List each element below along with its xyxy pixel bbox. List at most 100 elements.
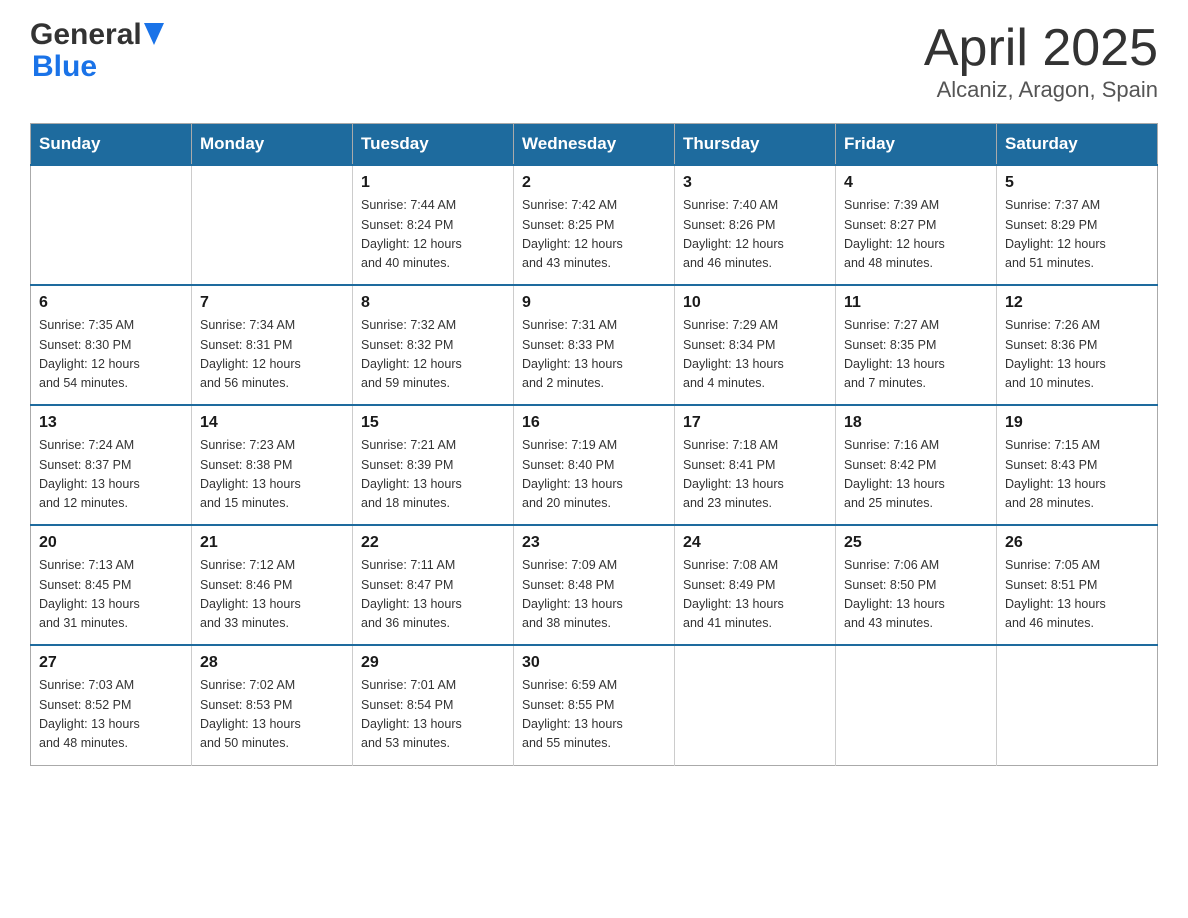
- logo-general: General: [30, 20, 142, 50]
- calendar-cell: 1Sunrise: 7:44 AMSunset: 8:24 PMDaylight…: [353, 165, 514, 285]
- calendar-table: SundayMondayTuesdayWednesdayThursdayFrid…: [30, 123, 1158, 766]
- calendar-title: April 2025: [924, 20, 1158, 77]
- day-number: 2: [522, 174, 666, 192]
- day-number: 8: [361, 294, 505, 312]
- day-number: 13: [39, 414, 183, 432]
- page-header: General Blue April 2025 Alcaniz, Aragon,…: [30, 20, 1158, 103]
- day-info: Sunrise: 7:35 AMSunset: 8:30 PMDaylight:…: [39, 316, 183, 394]
- calendar-cell: 7 Sunrise: 7:34 AMSunset: 8:31 PMDaylight…: [192, 285, 353, 405]
- day-number: 22: [361, 534, 505, 552]
- calendar-cell: 3 Sunrise: 7:40 AMSunset: 8:26 PMDaylight…: [675, 165, 836, 285]
- header-row: SundayMondayTuesdayWednesdayThursdayFrid…: [31, 124, 1158, 166]
- day-number: 5: [1005, 174, 1149, 192]
- logo-blue: Blue: [32, 50, 97, 83]
- logo-arrow-icon: [144, 23, 164, 45]
- day-number: 28: [200, 654, 344, 672]
- day-info: Sunrise: 7:18 AMSunset: 8:41 PMDaylight:…: [683, 436, 827, 514]
- day-info: Sunrise: 7:11 AMSunset: 8:47 PMDaylight:…: [361, 556, 505, 634]
- column-header-tuesday: Tuesday: [353, 124, 514, 166]
- calendar-cell: 25 Sunrise: 7:06 AMSunset: 8:50 PMDayligh…: [836, 525, 997, 645]
- day-info: Sunrise: 7:40 AMSunset: 8:26 PMDaylight:…: [683, 196, 827, 274]
- calendar-cell: 17Sunrise: 7:18 AMSunset: 8:41 PMDayligh…: [675, 405, 836, 525]
- calendar-cell: 15 Sunrise: 7:21 AMSunset: 8:39 PMDayligh…: [353, 405, 514, 525]
- day-info: Sunrise: 7:19 AMSunset: 8:40 PMDaylight:…: [522, 436, 666, 514]
- day-number: 20: [39, 534, 183, 552]
- calendar-cell: 19 Sunrise: 7:15 AMSunset: 8:43 PMDayligh…: [997, 405, 1158, 525]
- day-number: 14: [200, 414, 344, 432]
- calendar-cell: 28 Sunrise: 7:02 AMSunset: 8:53 PMDayligh…: [192, 645, 353, 765]
- week-row-5: 27 Sunrise: 7:03 AMSunset: 8:52 PMDayligh…: [31, 645, 1158, 765]
- day-info: Sunrise: 7:27 AMSunset: 8:35 PMDaylight:…: [844, 316, 988, 394]
- day-info: Sunrise: 7:03 AMSunset: 8:52 PMDaylight:…: [39, 676, 183, 754]
- day-info: Sunrise: 7:08 AMSunset: 8:49 PMDaylight:…: [683, 556, 827, 634]
- column-header-sunday: Sunday: [31, 124, 192, 166]
- day-number: 19: [1005, 414, 1149, 432]
- week-row-3: 13 Sunrise: 7:24 AMSunset: 8:37 PMDayligh…: [31, 405, 1158, 525]
- day-info: Sunrise: 7:34 AMSunset: 8:31 PMDaylight:…: [200, 316, 344, 394]
- week-row-2: 6Sunrise: 7:35 AMSunset: 8:30 PMDaylight…: [31, 285, 1158, 405]
- calendar-cell: 26 Sunrise: 7:05 AMSunset: 8:51 PMDayligh…: [997, 525, 1158, 645]
- calendar-cell: [192, 165, 353, 285]
- calendar-cell: [836, 645, 997, 765]
- calendar-cell: 27 Sunrise: 7:03 AMSunset: 8:52 PMDayligh…: [31, 645, 192, 765]
- day-info: Sunrise: 7:09 AMSunset: 8:48 PMDaylight:…: [522, 556, 666, 634]
- day-number: 10: [683, 294, 827, 312]
- calendar-cell: 20 Sunrise: 7:13 AMSunset: 8:45 PMDayligh…: [31, 525, 192, 645]
- calendar-cell: 12Sunrise: 7:26 AMSunset: 8:36 PMDayligh…: [997, 285, 1158, 405]
- day-info: Sunrise: 7:39 AMSunset: 8:27 PMDaylight:…: [844, 196, 988, 274]
- day-info: Sunrise: 7:13 AMSunset: 8:45 PMDaylight:…: [39, 556, 183, 634]
- day-info: Sunrise: 7:24 AMSunset: 8:37 PMDaylight:…: [39, 436, 183, 514]
- calendar-cell: 30Sunrise: 6:59 AMSunset: 8:55 PMDayligh…: [514, 645, 675, 765]
- logo: General Blue: [30, 20, 164, 84]
- day-number: 9: [522, 294, 666, 312]
- calendar-cell: [997, 645, 1158, 765]
- day-number: 23: [522, 534, 666, 552]
- day-number: 21: [200, 534, 344, 552]
- calendar-cell: 23 Sunrise: 7:09 AMSunset: 8:48 PMDayligh…: [514, 525, 675, 645]
- day-number: 18: [844, 414, 988, 432]
- day-number: 25: [844, 534, 988, 552]
- day-info: Sunrise: 7:02 AMSunset: 8:53 PMDaylight:…: [200, 676, 344, 754]
- calendar-cell: 22 Sunrise: 7:11 AMSunset: 8:47 PMDayligh…: [353, 525, 514, 645]
- day-info: Sunrise: 7:21 AMSunset: 8:39 PMDaylight:…: [361, 436, 505, 514]
- calendar-cell: 29 Sunrise: 7:01 AMSunset: 8:54 PMDayligh…: [353, 645, 514, 765]
- day-info: Sunrise: 7:23 AMSunset: 8:38 PMDaylight:…: [200, 436, 344, 514]
- calendar-cell: 13 Sunrise: 7:24 AMSunset: 8:37 PMDayligh…: [31, 405, 192, 525]
- column-header-thursday: Thursday: [675, 124, 836, 166]
- day-number: 4: [844, 174, 988, 192]
- column-header-monday: Monday: [192, 124, 353, 166]
- day-info: Sunrise: 7:32 AMSunset: 8:32 PMDaylight:…: [361, 316, 505, 394]
- day-number: 16: [522, 414, 666, 432]
- day-number: 7: [200, 294, 344, 312]
- day-number: 27: [39, 654, 183, 672]
- calendar-cell: 14 Sunrise: 7:23 AMSunset: 8:38 PMDayligh…: [192, 405, 353, 525]
- day-info: Sunrise: 7:37 AMSunset: 8:29 PMDaylight:…: [1005, 196, 1149, 274]
- day-number: 30: [522, 654, 666, 672]
- day-number: 29: [361, 654, 505, 672]
- day-info: Sunrise: 7:16 AMSunset: 8:42 PMDaylight:…: [844, 436, 988, 514]
- day-number: 11: [844, 294, 988, 312]
- column-header-friday: Friday: [836, 124, 997, 166]
- title-section: April 2025 Alcaniz, Aragon, Spain: [924, 20, 1158, 103]
- day-info: Sunrise: 7:29 AMSunset: 8:34 PMDaylight:…: [683, 316, 827, 394]
- day-number: 24: [683, 534, 827, 552]
- calendar-cell: 2Sunrise: 7:42 AMSunset: 8:25 PMDaylight…: [514, 165, 675, 285]
- day-number: 3: [683, 174, 827, 192]
- day-info: Sunrise: 7:01 AMSunset: 8:54 PMDaylight:…: [361, 676, 505, 754]
- calendar-subtitle: Alcaniz, Aragon, Spain: [924, 77, 1158, 103]
- calendar-cell: 21Sunrise: 7:12 AMSunset: 8:46 PMDayligh…: [192, 525, 353, 645]
- calendar-cell: 10 Sunrise: 7:29 AMSunset: 8:34 PMDayligh…: [675, 285, 836, 405]
- week-row-4: 20 Sunrise: 7:13 AMSunset: 8:45 PMDayligh…: [31, 525, 1158, 645]
- calendar-cell: 18 Sunrise: 7:16 AMSunset: 8:42 PMDayligh…: [836, 405, 997, 525]
- calendar-header: SundayMondayTuesdayWednesdayThursdayFrid…: [31, 124, 1158, 166]
- column-header-saturday: Saturday: [997, 124, 1158, 166]
- day-number: 15: [361, 414, 505, 432]
- day-info: Sunrise: 7:15 AMSunset: 8:43 PMDaylight:…: [1005, 436, 1149, 514]
- calendar-cell: 6Sunrise: 7:35 AMSunset: 8:30 PMDaylight…: [31, 285, 192, 405]
- day-info: Sunrise: 7:05 AMSunset: 8:51 PMDaylight:…: [1005, 556, 1149, 634]
- day-number: 26: [1005, 534, 1149, 552]
- calendar-cell: 24 Sunrise: 7:08 AMSunset: 8:49 PMDayligh…: [675, 525, 836, 645]
- day-info: Sunrise: 7:31 AMSunset: 8:33 PMDaylight:…: [522, 316, 666, 394]
- day-number: 12: [1005, 294, 1149, 312]
- day-info: Sunrise: 7:06 AMSunset: 8:50 PMDaylight:…: [844, 556, 988, 634]
